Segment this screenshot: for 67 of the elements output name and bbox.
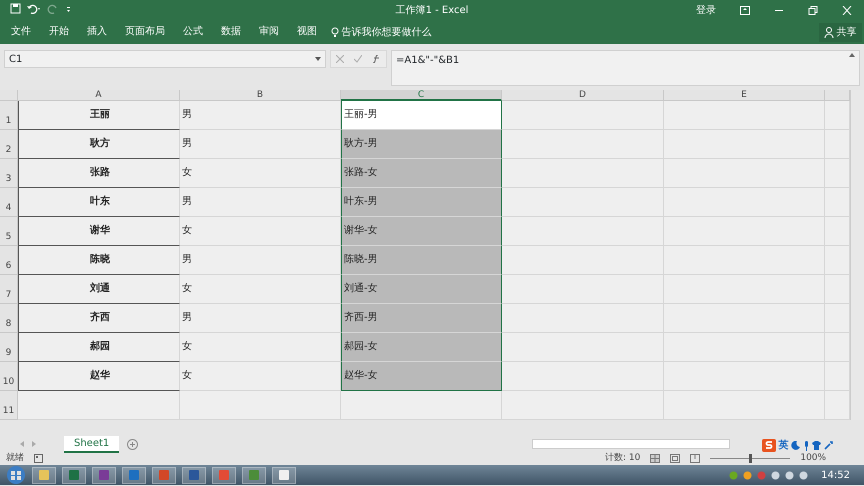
ribbon-tab[interactable]: 公式: [174, 22, 212, 42]
row-header[interactable]: 5: [0, 217, 18, 246]
ribbon-tab[interactable]: 审阅: [250, 22, 288, 42]
formula-text[interactable]: =A1&"-"&B1: [396, 53, 460, 83]
table-cell: 女: [180, 159, 341, 188]
row-header[interactable]: 7: [0, 275, 18, 304]
table-cell: 谢华: [18, 217, 180, 246]
table-cell: 叶东: [18, 188, 180, 217]
row-header[interactable]: 3: [0, 159, 18, 188]
column-header[interactable]: D: [502, 90, 664, 101]
column-header[interactable]: A: [18, 90, 180, 101]
table-cell: 耿方: [18, 130, 180, 159]
table-cell: 齐西-男: [341, 304, 502, 333]
table-cell: 叶东-男: [341, 188, 502, 217]
table-cell: 赵华-女: [341, 362, 502, 391]
row-header[interactable]: 6: [0, 246, 18, 275]
row-header[interactable]: 11: [0, 391, 18, 420]
input-mode-toggle[interactable]: 英: [778, 438, 788, 453]
ribbon-tab[interactable]: 开始: [40, 22, 78, 42]
column-header[interactable]: E: [664, 90, 825, 101]
ribbon-tab[interactable]: 文件: [2, 22, 40, 42]
clock-text: 14:52: [821, 468, 850, 482]
table-cell: 女: [180, 217, 341, 246]
ribbon-tab[interactable]: 视图: [288, 22, 326, 42]
table-cell: 王丽-男: [341, 101, 502, 130]
table-cell: 张路: [18, 159, 180, 188]
row-header[interactable]: 4: [0, 188, 18, 217]
sign-in-link[interactable]: 登录: [696, 3, 716, 18]
ribbon-tab[interactable]: 插入: [78, 22, 116, 42]
table-cell: 赵华: [18, 362, 180, 391]
table-cell: 女: [180, 275, 341, 304]
table-cell: 男: [180, 304, 341, 333]
row-header[interactable]: 1: [0, 101, 18, 130]
ribbon-tab[interactable]: 页面布局: [116, 22, 174, 42]
table-cell: 陈晓-男: [341, 246, 502, 275]
table-cell: 刘通-女: [341, 275, 502, 304]
share-button[interactable]: 共享: [819, 22, 862, 42]
table-cell: 张路-女: [341, 159, 502, 188]
table-cell: 齐西: [18, 304, 180, 333]
table-cell: 郝园-女: [341, 333, 502, 362]
table-cell: 男: [180, 188, 341, 217]
count-text: 计数: 10: [605, 452, 640, 465]
table-cell: 陈晓: [18, 246, 180, 275]
column-header[interactable]: C: [341, 90, 502, 101]
window-title: 工作簿1 - Excel: [396, 4, 468, 18]
table-cell: 男: [180, 130, 341, 159]
row-header[interactable]: 2: [0, 130, 18, 159]
row-header[interactable]: 10: [0, 362, 18, 391]
table-cell: 女: [180, 362, 341, 391]
table-cell: 刘通: [18, 275, 180, 304]
table-cell: 耿方-男: [341, 130, 502, 159]
tell-me-search[interactable]: 告诉我你想要做什么: [342, 24, 432, 40]
table-cell: 谢华-女: [341, 217, 502, 246]
row-header[interactable]: 9: [0, 333, 18, 362]
table-cell: 男: [180, 246, 341, 275]
name-box[interactable]: C1: [4, 50, 326, 68]
table-cell: 男: [180, 101, 341, 130]
column-header[interactable]: B: [180, 90, 341, 101]
table-cell: 王丽: [18, 101, 180, 130]
table-cell: 郝园: [18, 333, 180, 362]
name-box-value: C1: [9, 53, 22, 66]
ribbon-tab[interactable]: 数据: [212, 22, 250, 42]
table-cell: 女: [180, 333, 341, 362]
zoom-level-text[interactable]: 100%: [800, 452, 826, 466]
sheet-tab[interactable]: Sheet1: [64, 436, 120, 452]
status-text: 就绪: [6, 452, 24, 465]
row-header[interactable]: 8: [0, 304, 18, 333]
